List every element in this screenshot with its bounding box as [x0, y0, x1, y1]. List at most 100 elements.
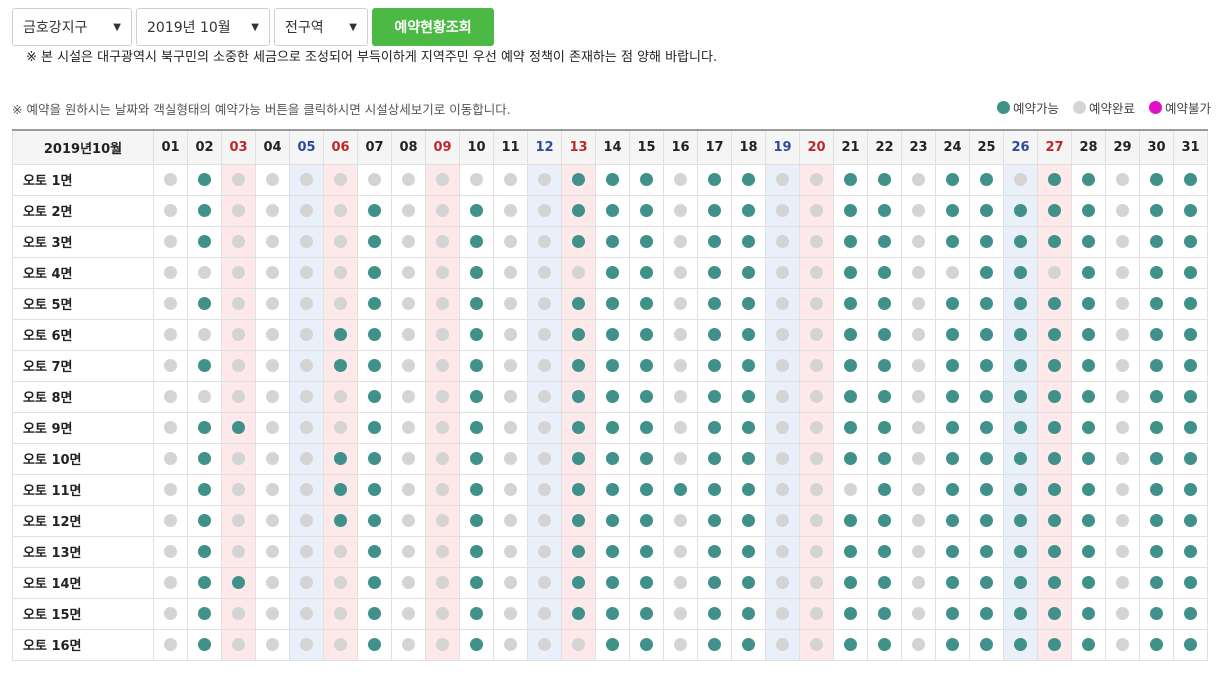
- available-dot-icon[interactable]: [1184, 514, 1197, 527]
- available-dot-icon[interactable]: [1048, 607, 1061, 620]
- available-dot-icon[interactable]: [368, 483, 381, 496]
- available-dot-icon[interactable]: [470, 235, 483, 248]
- available-dot-icon[interactable]: [572, 576, 585, 589]
- area-select[interactable]: 전구역 ▼: [274, 8, 368, 46]
- available-dot-icon[interactable]: [946, 638, 959, 651]
- available-dot-icon[interactable]: [1150, 576, 1163, 589]
- available-dot-icon[interactable]: [844, 607, 857, 620]
- available-dot-icon[interactable]: [708, 235, 721, 248]
- available-dot-icon[interactable]: [470, 545, 483, 558]
- available-dot-icon[interactable]: [1184, 638, 1197, 651]
- available-dot-icon[interactable]: [198, 607, 211, 620]
- available-dot-icon[interactable]: [708, 390, 721, 403]
- available-dot-icon[interactable]: [470, 297, 483, 310]
- available-dot-icon[interactable]: [470, 607, 483, 620]
- available-dot-icon[interactable]: [606, 514, 619, 527]
- available-dot-icon[interactable]: [946, 390, 959, 403]
- available-dot-icon[interactable]: [606, 266, 619, 279]
- available-dot-icon[interactable]: [640, 297, 653, 310]
- available-dot-icon[interactable]: [640, 514, 653, 527]
- available-dot-icon[interactable]: [606, 483, 619, 496]
- available-dot-icon[interactable]: [232, 421, 245, 434]
- available-dot-icon[interactable]: [1014, 452, 1027, 465]
- available-dot-icon[interactable]: [1150, 607, 1163, 620]
- available-dot-icon[interactable]: [334, 514, 347, 527]
- available-dot-icon[interactable]: [1014, 607, 1027, 620]
- district-select[interactable]: 금호강지구 ▼: [12, 8, 132, 46]
- available-dot-icon[interactable]: [674, 483, 687, 496]
- available-dot-icon[interactable]: [844, 576, 857, 589]
- available-dot-icon[interactable]: [334, 452, 347, 465]
- available-dot-icon[interactable]: [1150, 235, 1163, 248]
- available-dot-icon[interactable]: [980, 390, 993, 403]
- available-dot-icon[interactable]: [742, 266, 755, 279]
- available-dot-icon[interactable]: [980, 483, 993, 496]
- available-dot-icon[interactable]: [1184, 173, 1197, 186]
- available-dot-icon[interactable]: [878, 235, 891, 248]
- available-dot-icon[interactable]: [1184, 266, 1197, 279]
- available-dot-icon[interactable]: [606, 638, 619, 651]
- available-dot-icon[interactable]: [1014, 235, 1027, 248]
- available-dot-icon[interactable]: [368, 204, 381, 217]
- available-dot-icon[interactable]: [878, 638, 891, 651]
- available-dot-icon[interactable]: [368, 235, 381, 248]
- available-dot-icon[interactable]: [742, 235, 755, 248]
- available-dot-icon[interactable]: [1150, 638, 1163, 651]
- available-dot-icon[interactable]: [640, 266, 653, 279]
- available-dot-icon[interactable]: [1048, 452, 1061, 465]
- available-dot-icon[interactable]: [844, 328, 857, 341]
- available-dot-icon[interactable]: [368, 545, 381, 558]
- available-dot-icon[interactable]: [640, 421, 653, 434]
- reservation-search-button[interactable]: 예약현황조회: [372, 8, 494, 46]
- available-dot-icon[interactable]: [1150, 452, 1163, 465]
- available-dot-icon[interactable]: [878, 328, 891, 341]
- available-dot-icon[interactable]: [368, 452, 381, 465]
- available-dot-icon[interactable]: [572, 483, 585, 496]
- available-dot-icon[interactable]: [742, 328, 755, 341]
- available-dot-icon[interactable]: [1014, 390, 1027, 403]
- available-dot-icon[interactable]: [980, 204, 993, 217]
- available-dot-icon[interactable]: [980, 607, 993, 620]
- available-dot-icon[interactable]: [1082, 483, 1095, 496]
- available-dot-icon[interactable]: [844, 390, 857, 403]
- available-dot-icon[interactable]: [980, 297, 993, 310]
- available-dot-icon[interactable]: [1082, 576, 1095, 589]
- available-dot-icon[interactable]: [946, 173, 959, 186]
- available-dot-icon[interactable]: [742, 576, 755, 589]
- available-dot-icon[interactable]: [1184, 328, 1197, 341]
- available-dot-icon[interactable]: [470, 328, 483, 341]
- available-dot-icon[interactable]: [1048, 576, 1061, 589]
- available-dot-icon[interactable]: [946, 297, 959, 310]
- available-dot-icon[interactable]: [708, 514, 721, 527]
- available-dot-icon[interactable]: [1048, 297, 1061, 310]
- available-dot-icon[interactable]: [1014, 266, 1027, 279]
- available-dot-icon[interactable]: [606, 328, 619, 341]
- available-dot-icon[interactable]: [708, 173, 721, 186]
- available-dot-icon[interactable]: [640, 607, 653, 620]
- available-dot-icon[interactable]: [980, 545, 993, 558]
- month-select[interactable]: 2019년 10월 ▼: [136, 8, 270, 46]
- available-dot-icon[interactable]: [1014, 359, 1027, 372]
- available-dot-icon[interactable]: [198, 452, 211, 465]
- available-dot-icon[interactable]: [334, 359, 347, 372]
- available-dot-icon[interactable]: [946, 328, 959, 341]
- available-dot-icon[interactable]: [878, 452, 891, 465]
- available-dot-icon[interactable]: [708, 483, 721, 496]
- available-dot-icon[interactable]: [606, 204, 619, 217]
- available-dot-icon[interactable]: [742, 173, 755, 186]
- available-dot-icon[interactable]: [946, 452, 959, 465]
- available-dot-icon[interactable]: [470, 638, 483, 651]
- available-dot-icon[interactable]: [980, 359, 993, 372]
- available-dot-icon[interactable]: [640, 483, 653, 496]
- available-dot-icon[interactable]: [980, 452, 993, 465]
- available-dot-icon[interactable]: [1014, 204, 1027, 217]
- available-dot-icon[interactable]: [640, 576, 653, 589]
- available-dot-icon[interactable]: [1150, 545, 1163, 558]
- available-dot-icon[interactable]: [844, 235, 857, 248]
- available-dot-icon[interactable]: [640, 235, 653, 248]
- available-dot-icon[interactable]: [878, 545, 891, 558]
- available-dot-icon[interactable]: [1150, 483, 1163, 496]
- available-dot-icon[interactable]: [470, 359, 483, 372]
- available-dot-icon[interactable]: [878, 576, 891, 589]
- available-dot-icon[interactable]: [1048, 235, 1061, 248]
